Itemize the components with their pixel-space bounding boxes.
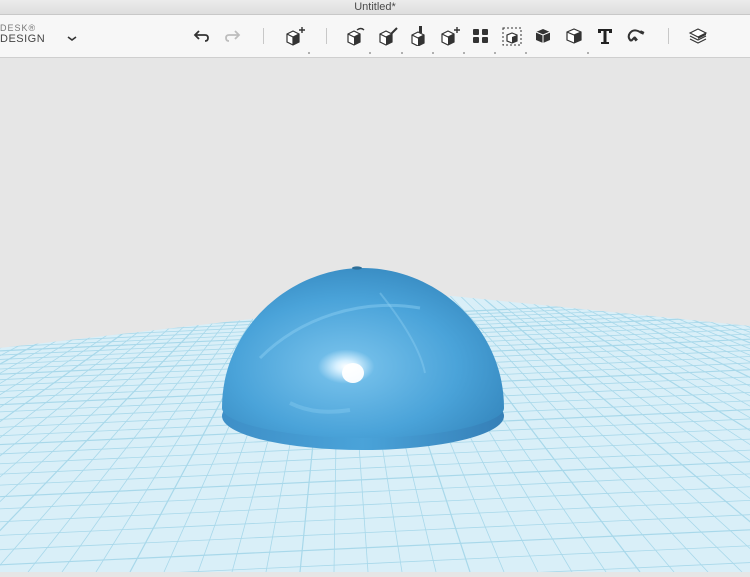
sketch-icon [347, 27, 365, 46]
measure-icon [566, 28, 582, 44]
brand-line-2: DESIGN [0, 33, 46, 45]
undo-icon [193, 30, 209, 42]
toolbar-separator [668, 28, 669, 44]
window-title: Untitled* [354, 1, 396, 13]
app-brand: DESK® DESIGN [0, 23, 45, 46]
snap-icon [627, 29, 645, 42]
brand-line-1: DESK [0, 23, 29, 33]
solid-combine-button[interactable] [531, 24, 555, 48]
text-button[interactable] [593, 24, 617, 48]
text-icon [598, 29, 612, 44]
sketch-button[interactable] [344, 24, 371, 54]
construct-button[interactable] [376, 24, 403, 54]
add-primitive-button[interactable] [283, 24, 310, 54]
3d-viewport[interactable] [0, 58, 750, 572]
modify-icon [411, 26, 425, 46]
main-toolbar: DESK® DESIGN [0, 15, 750, 58]
undo-button[interactable] [190, 24, 214, 48]
construct-icon [379, 27, 398, 46]
window-title-bar: Untitled* [0, 0, 750, 15]
combine-icon [441, 27, 460, 46]
snap-button[interactable] [624, 24, 648, 48]
material-button[interactable] [686, 24, 710, 48]
hemisphere-object[interactable] [222, 266, 504, 450]
group-icon [502, 27, 522, 46]
modify-button[interactable] [407, 24, 434, 54]
toolbar-separator [326, 28, 327, 44]
group-button[interactable] [500, 24, 527, 54]
combine-button[interactable] [438, 24, 465, 54]
material-icon [688, 28, 708, 44]
solid-combine-icon [535, 29, 551, 43]
app-menu-chevron-icon[interactable] [64, 30, 80, 46]
measure-button[interactable] [562, 24, 589, 54]
brand-trademark: ® [28, 23, 37, 33]
toolbar-separator [263, 28, 264, 44]
redo-button[interactable] [220, 24, 244, 48]
redo-icon [225, 30, 241, 42]
add-primitive-icon [286, 27, 305, 46]
pattern-button[interactable] [469, 24, 496, 54]
pattern-icon [473, 29, 488, 43]
